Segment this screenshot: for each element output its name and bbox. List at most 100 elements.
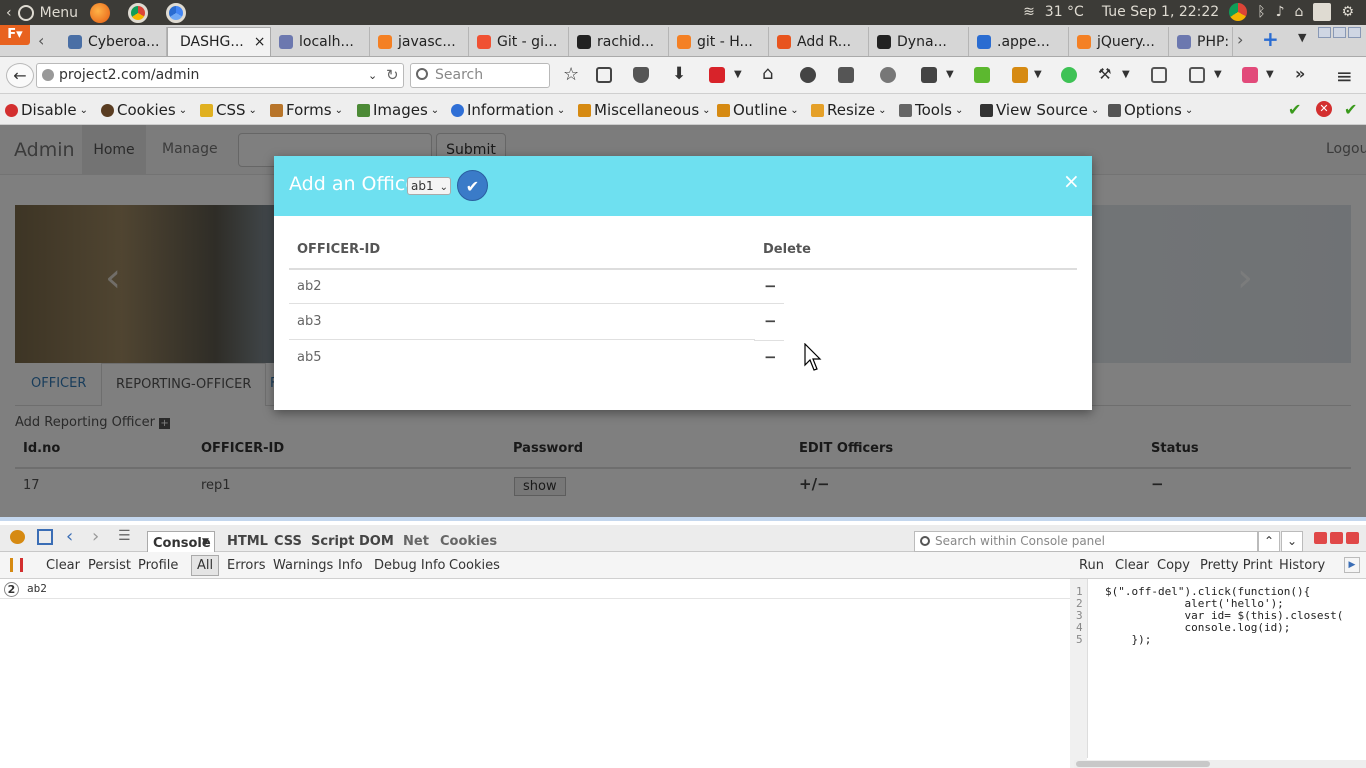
tab-dyna[interactable]: Dyna...	[869, 27, 969, 56]
chromium-launcher-icon[interactable]	[166, 3, 187, 23]
delete-officer-button[interactable]: −	[764, 312, 777, 330]
firebug-detach-icon[interactable]	[1330, 532, 1343, 544]
flash-addon-icon[interactable]	[709, 67, 725, 83]
wd-miscellaneous-menu[interactable]: Miscellaneous ⌄	[578, 101, 711, 119]
wd-outline-menu[interactable]: Outline ⌄	[717, 101, 799, 119]
wd-disable-menu[interactable]: Disable ⌄	[5, 101, 88, 119]
filter-cookies-button[interactable]: Cookies	[449, 558, 500, 573]
tab-git[interactable]: Git - gi...	[469, 27, 569, 56]
devtab-dom[interactable]: DOM	[359, 534, 394, 549]
back-button[interactable]: ←	[6, 63, 34, 88]
console-search-input[interactable]: Search within Console panel	[914, 531, 1258, 552]
editor-pretty-print-button[interactable]: Pretty Print	[1200, 558, 1273, 573]
editor-clear-button[interactable]: Clear	[1115, 558, 1149, 573]
paint-chevron-down-icon[interactable]: ▼	[1266, 69, 1274, 80]
maximize-icon[interactable]	[1333, 27, 1346, 38]
minimize-icon[interactable]	[1318, 27, 1331, 38]
bookmark-star-icon[interactable]: ☆	[563, 64, 579, 85]
search-prev-chevron-up-icon[interactable]: ⌃	[1258, 531, 1280, 552]
clipboard-icon[interactable]	[921, 67, 937, 83]
pocket-icon[interactable]	[633, 67, 649, 83]
validation-ok-check-icon-2[interactable]: ✔	[1344, 100, 1357, 119]
overflow-chevrons-icon[interactable]: »	[1295, 64, 1305, 83]
firebug-logo-icon[interactable]	[10, 530, 25, 544]
wd-css-menu[interactable]: CSS ⌄	[200, 101, 257, 119]
clipboard-chevron-down-icon[interactable]: ▼	[946, 69, 954, 80]
tools-chevron-down-icon[interactable]: ▼	[1122, 69, 1130, 80]
tab-javascript[interactable]: javasc...	[370, 27, 469, 56]
tab-rachid[interactable]: rachid...	[569, 27, 669, 56]
editor-copy-button[interactable]: Copy	[1157, 558, 1190, 573]
dropbox-icon[interactable]: ⌂	[1295, 4, 1304, 20]
chat-icon[interactable]	[800, 67, 816, 83]
tab-close-icon[interactable]: ×	[254, 34, 266, 50]
tab-dashg[interactable]: DASHG... ×	[167, 27, 271, 56]
tab-appe[interactable]: .appe...	[969, 27, 1069, 56]
history-forward-icon[interactable]: ›	[92, 526, 99, 547]
wd-cookies-menu[interactable]: Cookies ⌄	[101, 101, 187, 119]
delete-officer-button[interactable]: −	[764, 348, 777, 366]
screenshot-chevron-down-icon[interactable]: ▼	[1214, 69, 1222, 80]
paint-icon[interactable]	[1242, 67, 1258, 83]
devtab-css[interactable]: CSS	[274, 534, 302, 549]
settings-gear-icon[interactable]: ⚙	[1341, 4, 1354, 20]
delete-officer-button[interactable]: −	[764, 277, 777, 295]
filter-warnings-button[interactable]: Warnings	[273, 558, 333, 573]
whatsapp-icon[interactable]	[1061, 67, 1077, 83]
wd-images-menu[interactable]: Images ⌄	[357, 101, 439, 119]
firefox-launcher-icon[interactable]	[90, 3, 111, 23]
os-menu[interactable]: ‹ Menu	[6, 3, 187, 23]
wd-options-menu[interactable]: Options ⌄	[1108, 101, 1193, 119]
tab-php[interactable]: PHP:	[1169, 27, 1233, 56]
confirm-add-check-icon[interactable]: ✔	[457, 170, 488, 201]
devtab-script[interactable]: Script	[311, 534, 354, 549]
tab-scroll-right-icon[interactable]: ›	[1237, 30, 1243, 49]
monkey-icon[interactable]	[1012, 67, 1028, 83]
extension-icon[interactable]	[880, 67, 896, 83]
download-helper-icon[interactable]	[974, 67, 990, 83]
volume-icon[interactable]: ♪	[1276, 4, 1285, 20]
tab-add-r[interactable]: Add R...	[769, 27, 869, 56]
modal-close-icon[interactable]: ×	[1063, 169, 1080, 193]
tab-cyberoam[interactable]: Cyberoa...	[60, 27, 167, 56]
tab-jquery[interactable]: jQuery...	[1069, 27, 1169, 56]
addon-icon[interactable]	[838, 67, 854, 83]
wd-information-menu[interactable]: Information ⌄	[451, 101, 565, 119]
filter-errors-button[interactable]: Errors	[227, 558, 265, 573]
editor-history-button[interactable]: History	[1279, 558, 1325, 573]
tab-localhost[interactable]: localh...	[271, 27, 370, 56]
tab-scroll-left-icon[interactable]: ‹	[38, 31, 44, 50]
editor-run-button[interactable]: Run	[1079, 558, 1104, 573]
screenshot-icon[interactable]	[1189, 67, 1205, 83]
tools-wrench-icon[interactable]: ⚒	[1098, 65, 1111, 83]
wd-view-source-menu[interactable]: View Source ⌄	[980, 101, 1099, 119]
filter-info-button[interactable]: Info	[338, 558, 363, 573]
flash-chevron-down-icon[interactable]: ▼	[734, 69, 742, 80]
devtab-net[interactable]: Net	[403, 534, 429, 549]
sidebar-icon[interactable]	[1151, 67, 1167, 83]
url-bar[interactable]: project2.com/admin	[36, 63, 404, 88]
editor-horizontal-scrollbar[interactable]	[1074, 760, 1366, 768]
datetime-text[interactable]: Tue Sep 1, 22:22	[1102, 4, 1219, 20]
tab-git-h[interactable]: git - H...	[669, 27, 769, 56]
firefox-menu-button[interactable]: F▾	[0, 25, 30, 45]
validation-error-icon[interactable]: ✕	[1316, 101, 1332, 117]
new-tab-plus-icon[interactable]: +	[1262, 27, 1279, 51]
filter-all-button[interactable]: All	[191, 555, 220, 576]
wd-forms-menu[interactable]: Forms ⌄	[270, 101, 343, 119]
wd-resize-menu[interactable]: Resize ⌄	[811, 101, 886, 119]
inspect-element-icon[interactable]	[37, 529, 53, 545]
search-input[interactable]: Search	[410, 63, 550, 88]
command-line-icon[interactable]: ☰	[118, 528, 131, 544]
officer-select[interactable]: ab1 ⌄	[407, 177, 451, 195]
home-icon[interactable]: ⌂	[762, 63, 773, 84]
url-history-chevron-down-icon[interactable]: ⌄	[368, 69, 377, 82]
monkey-chevron-down-icon[interactable]: ▼	[1034, 69, 1042, 80]
scrollbar-thumb[interactable]	[1076, 761, 1210, 767]
console-clear-button[interactable]: Clear	[46, 558, 80, 573]
downloads-icon[interactable]: ⬇	[672, 64, 686, 84]
tab-list-chevron-down-icon[interactable]: ▼	[1298, 31, 1306, 44]
window-icon[interactable]	[1313, 3, 1332, 21]
hamburger-menu-icon[interactable]: ≡	[1336, 64, 1353, 88]
editor-collapse-icon[interactable]: ▶	[1344, 557, 1360, 573]
